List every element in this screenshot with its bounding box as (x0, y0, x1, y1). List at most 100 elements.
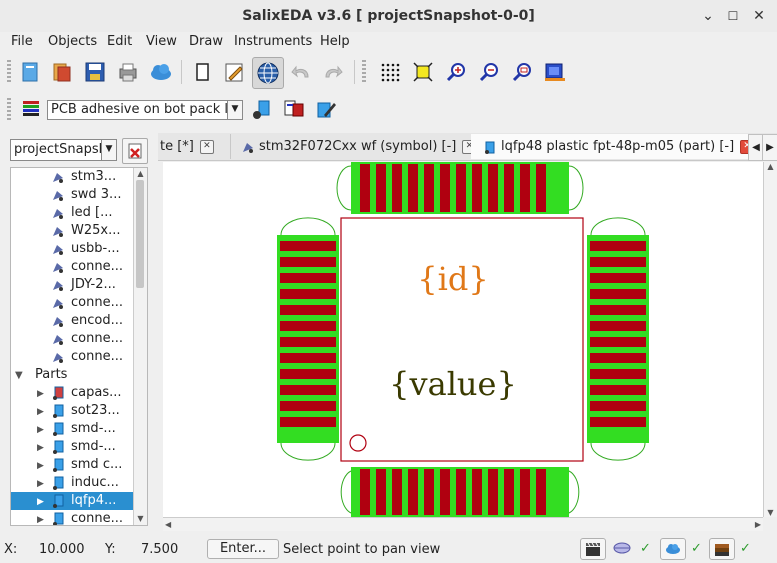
tree-item[interactable]: W25x... (51, 222, 121, 240)
expand-right-icon[interactable]: ▶ (37, 475, 51, 493)
globe-icon[interactable] (252, 57, 284, 89)
tab-symbol[interactable]: stm32F072Cxx wf (symbol) [-] ✕ (229, 134, 482, 159)
footprint-drawing[interactable]: {id} {value} (163, 162, 763, 517)
tree-item[interactable]: led [... (51, 204, 112, 222)
scroll-left-icon[interactable]: ◀ (165, 518, 171, 531)
zoom-window-icon[interactable] (509, 59, 535, 85)
menu-file[interactable]: File (11, 34, 33, 49)
close-button[interactable]: ✕ (749, 6, 769, 26)
pad (376, 469, 386, 515)
toolbar-grip-3[interactable] (7, 98, 11, 122)
symbol-icon (53, 208, 63, 219)
remove-project-button[interactable] (122, 138, 148, 164)
zoom-out-icon[interactable] (476, 59, 502, 85)
tree-part-item[interactable]: ▶ conne... (11, 510, 133, 525)
project-select-value: projectSnapsh (14, 142, 107, 157)
scroll-down-icon[interactable]: ▼ (135, 513, 146, 525)
project-select[interactable]: projectSnapsh ▼ (10, 139, 117, 161)
pad (280, 321, 336, 331)
tree-group-parts[interactable]: ▼ Parts (15, 366, 67, 384)
menu-help[interactable]: Help (320, 34, 350, 49)
zoom-in-icon[interactable] (443, 59, 469, 85)
canvas-hscroll[interactable]: ◀ ▶ (163, 517, 763, 531)
tree-item[interactable]: encod... (51, 312, 123, 330)
tree-part-item[interactable]: ▶ smd-... (11, 438, 133, 456)
expand-right-icon[interactable]: ▶ (37, 421, 51, 439)
layer-colors-icon[interactable] (18, 96, 44, 122)
clapper-button[interactable] (580, 538, 606, 560)
tab-part[interactable]: lqfp48 plastic fpt-48p-m05 (part) [-]✕ (471, 134, 756, 159)
cloud-sync-button[interactable] (660, 538, 686, 560)
y-label: Y: (105, 542, 116, 557)
scroll-down-icon[interactable]: ▼ (764, 508, 777, 517)
grid-icon[interactable] (377, 59, 403, 85)
tree-part-item[interactable]: ▶ sot23... (11, 402, 133, 420)
tab-schematic[interactable]: te [*] ✕ (158, 134, 231, 159)
tree-item[interactable]: conne... (51, 330, 123, 348)
network-icon[interactable] (610, 536, 634, 560)
layer-stack-icon[interactable] (281, 96, 307, 122)
cloud-icon[interactable] (148, 59, 174, 85)
open-project-icon[interactable] (49, 59, 75, 85)
layer-select[interactable]: PCB adhesive on bot pack last ▼ (47, 100, 243, 120)
y-value: 7.500 (141, 542, 179, 557)
layer-edit-icon[interactable] (313, 96, 339, 122)
expand-down-icon[interactable]: ▼ (15, 367, 29, 385)
menu-view[interactable]: View (146, 34, 177, 49)
page-icon[interactable] (189, 59, 215, 85)
tree-part-item[interactable]: ▶ smd c... (11, 456, 133, 474)
project-tree[interactable]: stm3... swd 3... led [... W25x... usbb-... co… (10, 167, 148, 526)
expand-right-icon[interactable]: ▶ (37, 493, 51, 511)
scroll-up-icon[interactable]: ▲ (135, 168, 146, 180)
component-layer-icon[interactable] (250, 96, 276, 122)
pad (590, 241, 646, 251)
tree-item[interactable]: swd 3... (51, 186, 121, 204)
canvas-vscroll[interactable]: ▲ ▼ (763, 162, 777, 517)
library-button[interactable] (709, 538, 735, 560)
print-icon[interactable] (115, 59, 141, 85)
menu-objects[interactable]: Objects (48, 34, 97, 49)
undo-icon[interactable] (288, 59, 314, 85)
new-file-icon[interactable] (17, 59, 43, 85)
redo-icon[interactable] (320, 59, 346, 85)
tree-part-label: lqfp4... (71, 493, 117, 508)
tree-item[interactable]: usbb-... (51, 240, 120, 258)
edit-icon[interactable] (221, 59, 247, 85)
expand-right-icon[interactable]: ▶ (37, 439, 51, 457)
toolbar-grip[interactable] (7, 60, 11, 84)
scroll-up-icon[interactable]: ▲ (764, 162, 777, 171)
scroll-right-icon[interactable]: ▶ (755, 518, 761, 531)
tree-part-item[interactable]: ▶ capas... (11, 384, 133, 402)
layers-3d-icon[interactable] (542, 59, 568, 85)
pad (590, 369, 646, 379)
footprint-canvas[interactable]: {id} {value} (163, 162, 763, 517)
menu-instruments[interactable]: Instruments (234, 34, 312, 49)
expand-right-icon[interactable]: ▶ (37, 403, 51, 421)
tab-close-icon[interactable]: ✕ (199, 139, 214, 154)
tree-item[interactable]: conne... (51, 258, 123, 276)
tree-item[interactable]: JDY-2... (51, 276, 116, 294)
menu-draw[interactable]: Draw (189, 34, 223, 49)
save-icon[interactable] (82, 59, 108, 85)
expand-right-icon[interactable]: ▶ (37, 511, 51, 525)
tree-part-item[interactable]: ▶ induc... (11, 474, 133, 492)
menu-edit[interactable]: Edit (107, 34, 132, 49)
tree-scroll-thumb[interactable] (136, 180, 144, 288)
tree-part-item[interactable]: ▶ lqfp4... (11, 492, 133, 510)
minimize-button[interactable]: ⌄ (698, 6, 718, 26)
window-title: SalixEDA v3.6 [ projectSnapshot-0-0] (242, 8, 535, 24)
toolbar-grip-2[interactable] (362, 60, 366, 84)
expand-right-icon[interactable]: ▶ (37, 385, 51, 403)
tree-item[interactable]: conne... (51, 294, 123, 312)
tree-scrollbar[interactable]: ▲ ▼ (133, 168, 147, 525)
tab-scroll-right-icon[interactable]: ▶ (762, 134, 777, 161)
zoom-fit-icon[interactable] (410, 59, 436, 85)
maximize-button[interactable]: ☐ (723, 6, 743, 26)
expand-right-icon[interactable]: ▶ (37, 457, 51, 475)
tree-item[interactable]: conne... (51, 348, 123, 366)
pad (590, 353, 646, 363)
tree-item[interactable]: stm3... (51, 168, 116, 186)
tree-part-item[interactable]: ▶ smd-... (11, 420, 133, 438)
tree-item-label: usbb-... (71, 241, 120, 256)
enter-button[interactable]: Enter... (207, 539, 279, 559)
